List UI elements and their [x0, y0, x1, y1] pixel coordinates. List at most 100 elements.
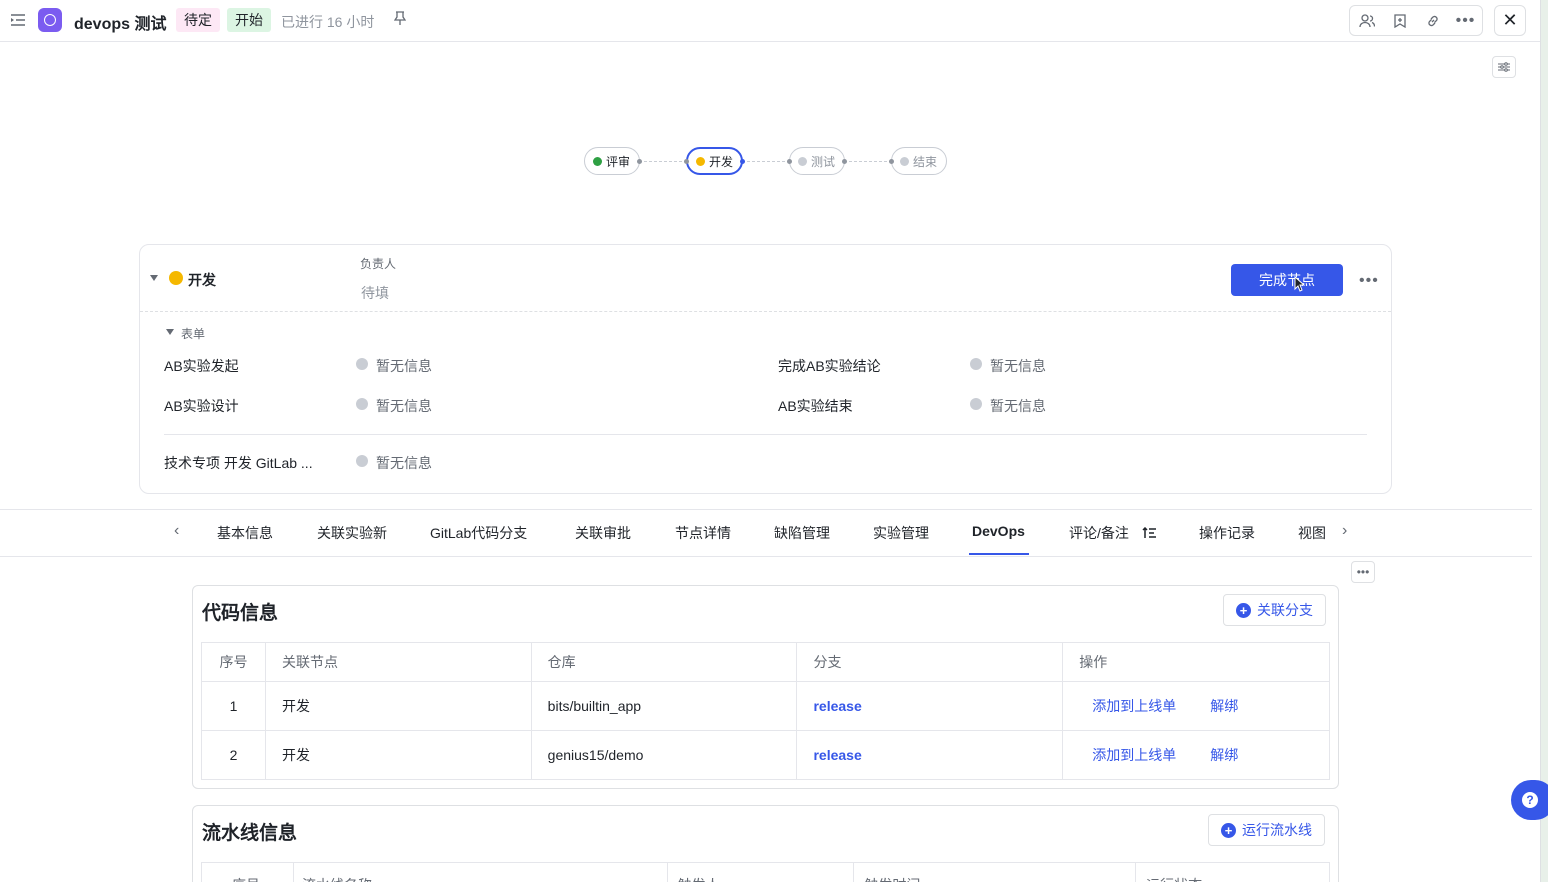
- tab-prev-icon[interactable]: ‹: [174, 522, 179, 540]
- node-card: [139, 244, 1392, 494]
- more-icon[interactable]: •••: [1449, 6, 1482, 35]
- workflow-node-label: 测试: [811, 154, 836, 169]
- sort-icon[interactable]: [1142, 526, 1156, 544]
- pipeline-table: 序号 流水线名称 触发人 触发时间 运行状态: [201, 862, 1330, 882]
- cursor-icon: [1294, 275, 1306, 297]
- tab-next-icon[interactable]: ›: [1342, 522, 1347, 540]
- link-branch-button[interactable]: + 关联分支: [1223, 594, 1326, 626]
- tab-related-experiment[interactable]: 关联实验新: [317, 523, 387, 543]
- node-name: 开发: [188, 272, 216, 288]
- form-field-key: AB实验发起: [164, 358, 239, 374]
- column-header: 运行状态: [1135, 862, 1330, 882]
- tab-view[interactable]: 视图: [1298, 523, 1326, 543]
- form-field-value[interactable]: 暂无信息: [376, 356, 432, 376]
- row-number: 2: [201, 730, 266, 780]
- run-pipeline-button[interactable]: + 运行流水线: [1208, 814, 1325, 846]
- row-number: 1: [201, 681, 266, 731]
- branch-link[interactable]: release: [813, 747, 861, 763]
- owner-label: 负责人: [360, 257, 397, 271]
- form-field-key: AB实验设计: [164, 398, 239, 414]
- elapsed-time: 已进行 16 小时: [281, 14, 375, 30]
- node-card-header: [140, 245, 1391, 312]
- status-dot: [900, 156, 909, 166]
- workflow-node-label: 评审: [606, 154, 631, 169]
- help-icon: ?: [1522, 792, 1538, 808]
- tab-comments[interactable]: 评论/备注: [1069, 523, 1129, 543]
- workflow-node-end[interactable]: 结束: [891, 147, 947, 175]
- menu-toggle-icon[interactable]: [10, 12, 26, 28]
- add-icon: +: [1236, 602, 1251, 618]
- form-field-value[interactable]: 暂无信息: [990, 356, 1046, 376]
- table-row: 2 开发 genius15/demo release 添加到上线单 解绑: [201, 730, 1330, 780]
- tab-defect-management[interactable]: 缺陷管理: [774, 523, 830, 543]
- unbind-link[interactable]: 解绑: [1210, 747, 1238, 763]
- panel-more-icon[interactable]: •••: [1351, 561, 1375, 583]
- workflow-node-label: 结束: [913, 154, 938, 169]
- workflow-node-test[interactable]: 测试: [789, 147, 845, 175]
- tab-gitlab-branch[interactable]: GitLab代码分支: [430, 523, 527, 543]
- workflow-node-label: 开发: [709, 154, 734, 169]
- app-logo-icon: [38, 8, 62, 32]
- status-tag[interactable]: 待定: [176, 8, 220, 32]
- tab-related-approval[interactable]: 关联审批: [575, 523, 631, 543]
- form-field-value[interactable]: 暂无信息: [376, 396, 432, 416]
- workflow-knob: [889, 159, 894, 164]
- settings-icon[interactable]: [1492, 56, 1516, 78]
- form-caret-icon[interactable]: [166, 329, 174, 335]
- related-node: 开发: [264, 730, 532, 780]
- empty-dot-icon: [356, 398, 368, 410]
- tab-basic-info[interactable]: 基本信息: [217, 523, 273, 543]
- header-actions: •••: [1349, 5, 1483, 36]
- form-field-value[interactable]: 暂无信息: [990, 396, 1046, 416]
- collapse-caret-icon[interactable]: [150, 275, 158, 281]
- help-button[interactable]: ?: [1511, 780, 1548, 820]
- status-dot: [593, 156, 602, 166]
- repo: genius15/demo: [530, 730, 798, 780]
- form-field-value[interactable]: 暂无信息: [376, 453, 432, 473]
- button-label: 关联分支: [1257, 602, 1313, 618]
- related-node: 开发: [264, 681, 532, 731]
- close-icon[interactable]: ✕: [1494, 5, 1526, 36]
- stage-tag[interactable]: 开始: [227, 8, 271, 32]
- form-field-key: AB实验结束: [778, 398, 853, 414]
- table-header-row: 序号 流水线名称 触发人 触发时间 运行状态: [201, 862, 1330, 882]
- link-icon[interactable]: [1416, 6, 1449, 35]
- pin-icon[interactable]: [393, 11, 407, 28]
- node-more-icon[interactable]: •••: [1359, 272, 1379, 290]
- owner-value[interactable]: 待填: [361, 283, 389, 303]
- add-icon: +: [1221, 822, 1236, 838]
- tab-experiment-management[interactable]: 实验管理: [873, 523, 929, 543]
- column-header: 序号: [201, 862, 294, 882]
- section-title: 流水线信息: [202, 823, 298, 844]
- table-row: 1 开发 bits/builtin_app release 添加到上线单 解绑: [201, 681, 1330, 731]
- workflow-node-dev[interactable]: 开发: [686, 147, 743, 175]
- column-header: 仓库: [530, 642, 798, 682]
- repo: bits/builtin_app: [530, 681, 798, 731]
- empty-dot-icon: [970, 398, 982, 410]
- workflow-connector: [639, 161, 687, 162]
- empty-dot-icon: [356, 455, 368, 467]
- workflow-knob: [637, 159, 642, 164]
- branch-link[interactable]: release: [813, 698, 861, 714]
- members-icon[interactable]: [1350, 6, 1383, 35]
- workflow-connector: [742, 161, 790, 162]
- column-header: 触发时间: [853, 862, 1137, 882]
- complete-node-button[interactable]: 完成节点: [1231, 264, 1343, 296]
- status-dot: [798, 156, 807, 166]
- form-field-key: 技术专项 开发 GitLab ...: [164, 455, 313, 471]
- bookmark-icon[interactable]: [1383, 6, 1416, 35]
- column-header: 流水线名称: [292, 862, 668, 882]
- column-header: 操作: [1062, 642, 1330, 682]
- form-field-key: 完成AB实验结论: [778, 358, 881, 374]
- tab-node-detail[interactable]: 节点详情: [675, 523, 731, 543]
- workflow-node-review[interactable]: 评审: [584, 147, 640, 175]
- unbind-link[interactable]: 解绑: [1210, 698, 1238, 714]
- workflow-knob: [842, 159, 847, 164]
- add-to-release-link[interactable]: 添加到上线单: [1092, 747, 1176, 763]
- active-tab-indicator: [969, 553, 1029, 555]
- tab-operation-log[interactable]: 操作记录: [1199, 523, 1255, 543]
- tab-devops[interactable]: DevOps: [972, 523, 1025, 539]
- table-header-row: 序号 关联节点 仓库 分支 操作: [201, 642, 1330, 682]
- workflow-knob: [787, 159, 792, 164]
- add-to-release-link[interactable]: 添加到上线单: [1092, 698, 1176, 714]
